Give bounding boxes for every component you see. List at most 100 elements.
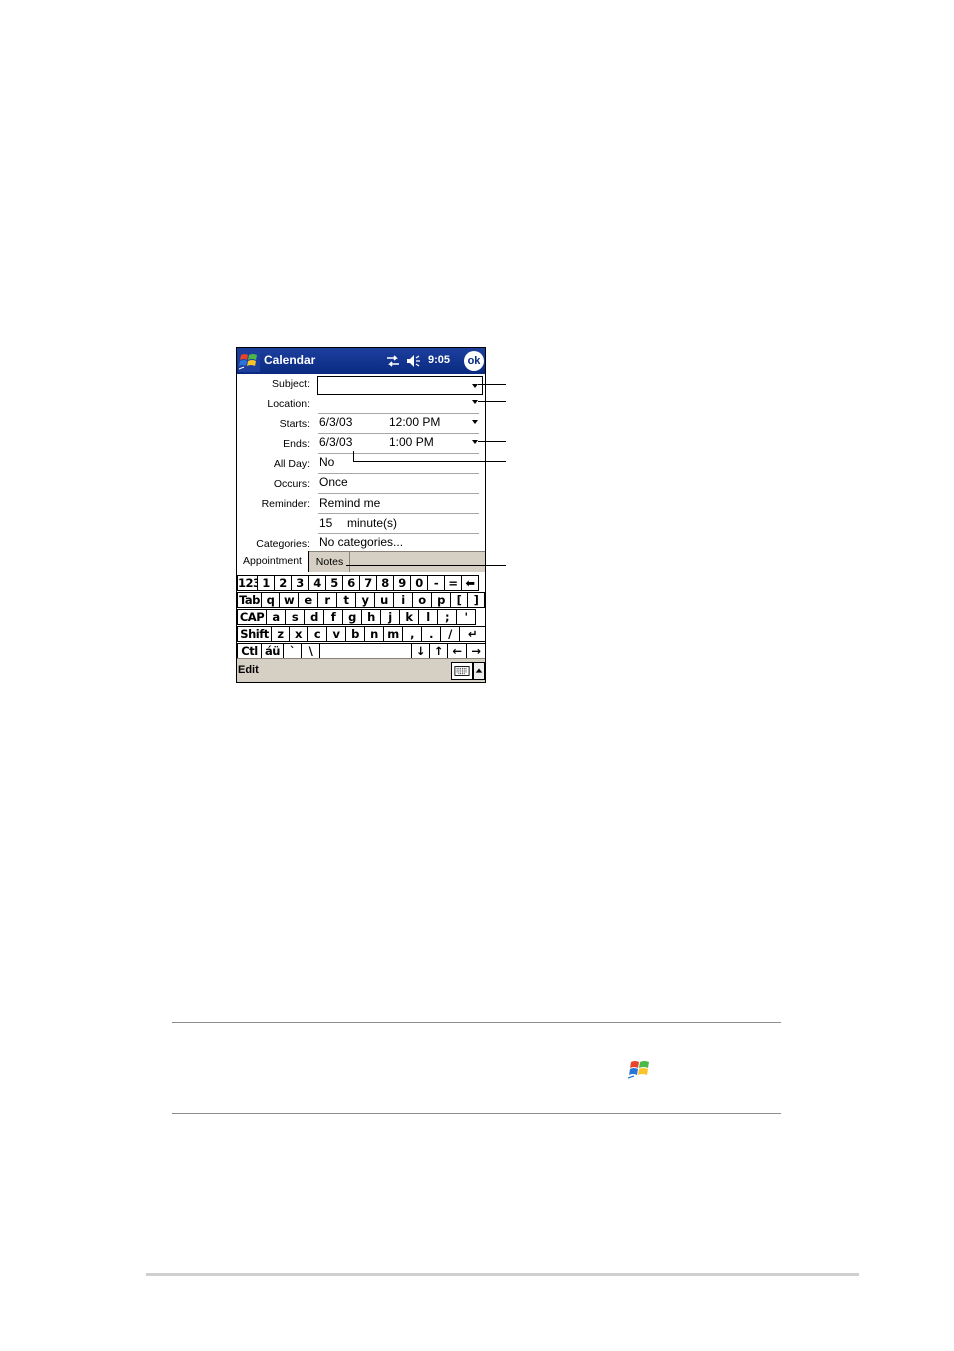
ends-underline xyxy=(318,453,479,454)
keyboard-icon[interactable] xyxy=(451,662,473,680)
starts-date[interactable]: 6/3/03 xyxy=(319,415,352,429)
ends-time[interactable]: 1:00 PM xyxy=(389,435,434,449)
ok-button[interactable]: ok xyxy=(464,351,484,371)
key[interactable]: 0 xyxy=(410,575,428,591)
key[interactable]: . xyxy=(421,626,441,642)
key[interactable]: r xyxy=(317,592,337,608)
key[interactable]: CAP xyxy=(237,609,267,625)
key[interactable]: b xyxy=(345,626,365,642)
reminder-value[interactable]: Remind me xyxy=(319,496,380,510)
subject-input[interactable] xyxy=(317,376,483,395)
speaker-icon[interactable] xyxy=(406,354,423,368)
windows-start-icon[interactable] xyxy=(238,350,260,372)
key[interactable]: g xyxy=(342,609,362,625)
key[interactable]: ' xyxy=(456,609,476,625)
callout-line-location xyxy=(478,401,506,402)
allday-value[interactable]: No xyxy=(319,455,334,469)
reminder-amount[interactable]: 15 xyxy=(319,516,332,530)
key[interactable]: o xyxy=(412,592,432,608)
key-space[interactable] xyxy=(319,643,412,659)
key[interactable]: f xyxy=(323,609,343,625)
pocket-pc-screenshot: Calendar 9:05 ok Subject: Location: Star… xyxy=(236,347,486,683)
key[interactable]: v xyxy=(326,626,346,642)
footer-rule xyxy=(146,1273,859,1276)
key[interactable]: u xyxy=(374,592,394,608)
tab-bar: Appointment Notes xyxy=(237,551,485,572)
key[interactable]: ← xyxy=(447,643,467,659)
key[interactable]: x xyxy=(289,626,308,642)
key[interactable]: h xyxy=(361,609,381,625)
title-bar: Calendar 9:05 ok xyxy=(237,348,485,374)
key[interactable]: 123 xyxy=(237,575,258,591)
soft-keyboard: 1231234567890-=⬅Tabqwertyuiop[]CAPasdfgh… xyxy=(237,573,485,659)
reminder-label: Reminder: xyxy=(261,498,310,510)
key[interactable]: j xyxy=(380,609,400,625)
tab-appointment[interactable]: Appointment xyxy=(237,551,309,572)
key[interactable]: 8 xyxy=(376,575,394,591)
key[interactable]: m xyxy=(383,626,403,642)
location-input[interactable] xyxy=(318,413,479,414)
key[interactable]: - xyxy=(427,575,445,591)
tab-notes[interactable]: Notes xyxy=(310,552,350,572)
key[interactable]: t xyxy=(336,592,356,608)
key[interactable]: ↵ xyxy=(459,626,485,642)
key[interactable]: 2 xyxy=(274,575,292,591)
key[interactable]: 9 xyxy=(393,575,411,591)
key[interactable]: d xyxy=(304,609,324,625)
occurs-value[interactable]: Once xyxy=(319,475,348,489)
callout-line-subject xyxy=(478,384,506,385)
key[interactable]: w xyxy=(279,592,299,608)
key[interactable]: Tab xyxy=(237,592,262,608)
key[interactable]: k xyxy=(399,609,419,625)
key[interactable]: q xyxy=(261,592,280,608)
key[interactable]: y xyxy=(355,592,375,608)
edit-menu[interactable]: Edit xyxy=(238,664,259,676)
callout-line-ends xyxy=(478,441,506,442)
key[interactable]: 4 xyxy=(308,575,326,591)
key[interactable]: → xyxy=(466,643,485,659)
key[interactable]: e xyxy=(298,592,318,608)
key[interactable]: ↓ xyxy=(411,643,430,659)
ends-date[interactable]: 6/3/03 xyxy=(319,435,352,449)
key[interactable]: ` xyxy=(283,643,302,659)
callout-line-date xyxy=(353,461,506,462)
menu-bar: Edit xyxy=(237,658,485,682)
key[interactable]: a xyxy=(266,609,286,625)
key[interactable]: z xyxy=(271,626,290,642)
key[interactable]: \ xyxy=(301,643,320,659)
categories-row: Categories: No categories... xyxy=(237,534,485,550)
ends-label: Ends: xyxy=(283,438,310,450)
key[interactable]: Shift xyxy=(237,626,272,642)
key[interactable]: áü xyxy=(261,643,284,659)
occurs-underline xyxy=(318,493,479,494)
key[interactable]: ↑ xyxy=(429,643,448,659)
key[interactable]: c xyxy=(307,626,327,642)
key[interactable]: / xyxy=(440,626,460,642)
categories-value[interactable]: No categories... xyxy=(319,535,403,549)
sync-icon[interactable] xyxy=(386,354,400,368)
key[interactable]: 6 xyxy=(342,575,360,591)
reminder-unit[interactable]: minute(s) xyxy=(347,516,397,530)
key[interactable]: = xyxy=(444,575,462,591)
callout-line-notes xyxy=(346,565,506,566)
starts-dropdown-icon[interactable] xyxy=(472,420,478,424)
key[interactable]: 1 xyxy=(257,575,275,591)
key[interactable]: p xyxy=(431,592,451,608)
key[interactable]: 5 xyxy=(325,575,343,591)
app-title: Calendar xyxy=(264,353,316,367)
key[interactable]: ; xyxy=(437,609,457,625)
clock[interactable]: 9:05 xyxy=(428,354,450,366)
key[interactable]: 7 xyxy=(359,575,377,591)
starts-time[interactable]: 12:00 PM xyxy=(389,415,440,429)
key[interactable]: 3 xyxy=(291,575,309,591)
key[interactable]: n xyxy=(364,626,384,642)
key[interactable]: [ xyxy=(450,592,468,608)
key[interactable]: , xyxy=(402,626,422,642)
key[interactable]: l xyxy=(418,609,438,625)
input-selector-arrow-icon[interactable] xyxy=(473,662,485,680)
key[interactable]: ⬅ xyxy=(461,575,479,591)
key[interactable]: s xyxy=(285,609,305,625)
key[interactable]: i xyxy=(393,592,413,608)
key[interactable]: ] xyxy=(467,592,485,608)
key[interactable]: Ctl xyxy=(237,643,262,659)
